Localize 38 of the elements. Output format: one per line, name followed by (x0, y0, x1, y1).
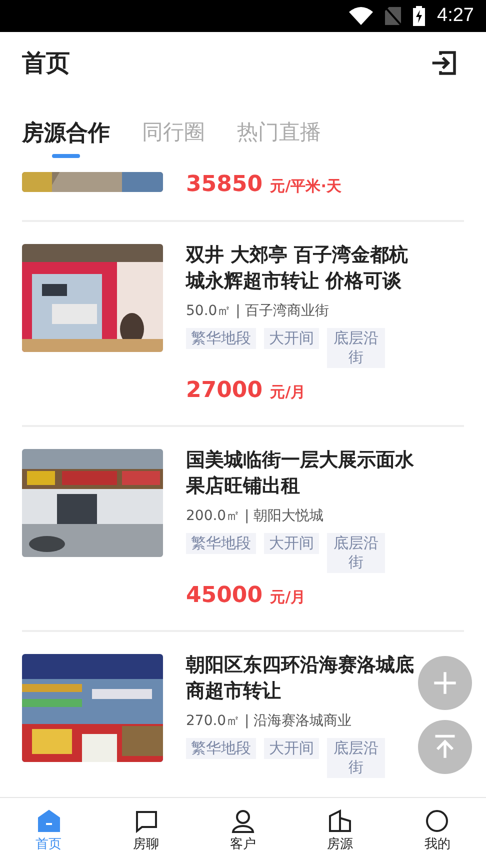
tag: 繁华地段 (186, 533, 256, 554)
clock: 4:27 (437, 5, 474, 27)
wifi-icon (349, 6, 374, 26)
listing-meta: 270.0㎡ | 沿海赛洛城商业 (186, 712, 352, 730)
logout-icon[interactable] (430, 49, 458, 77)
tab-indicator (52, 154, 80, 158)
back-to-top-button[interactable] (418, 720, 472, 774)
profile-icon (425, 809, 450, 833)
battery-charging-icon (413, 6, 426, 26)
add-icon (432, 670, 458, 696)
chat-icon (134, 809, 158, 833)
tag: 大开间 (264, 533, 319, 554)
tag: 大开间 (264, 328, 319, 349)
tab[interactable]: 房源合作 (22, 118, 110, 158)
listing-title[interactable]: 朝阳区东四环沿海赛洛城底商超市转让 (186, 652, 418, 704)
price: 35850 元/平米·天 (186, 172, 342, 197)
listing-meta: 50.0㎡ | 百子湾商业街 (186, 302, 329, 320)
person-icon (231, 809, 255, 833)
tag: 繁华地段 (186, 738, 256, 759)
tag: 繁华地段 (186, 328, 256, 349)
nav-item[interactable]: 客户 (194, 798, 292, 864)
tag: 底层沿街 (327, 738, 385, 778)
add-button[interactable] (418, 656, 472, 710)
home-icon (36, 809, 61, 833)
nav-item[interactable]: 我的 (388, 798, 486, 864)
price: 45000 元/月 (186, 583, 306, 608)
price: 27000 元/月 (186, 378, 306, 403)
listing-title[interactable]: 国美城临街一层大展示面水果店旺铺出租 (186, 447, 418, 499)
tag: 底层沿街 (327, 533, 385, 573)
nav-item[interactable]: 房源 (292, 798, 389, 864)
listing-meta: 200.0㎡ | 朝阳大悦城 (186, 507, 324, 525)
tag: 底层沿街 (327, 328, 385, 368)
listing-title[interactable]: 双井 大郊亭 百子湾金都杭城永辉超市转让 价格可谈 (186, 242, 418, 294)
tag: 大开间 (264, 738, 319, 759)
nav-item[interactable]: 房聊 (97, 798, 194, 864)
no-sim-icon (385, 6, 402, 26)
building-icon (328, 809, 352, 833)
page-title: 首页 (22, 48, 70, 79)
